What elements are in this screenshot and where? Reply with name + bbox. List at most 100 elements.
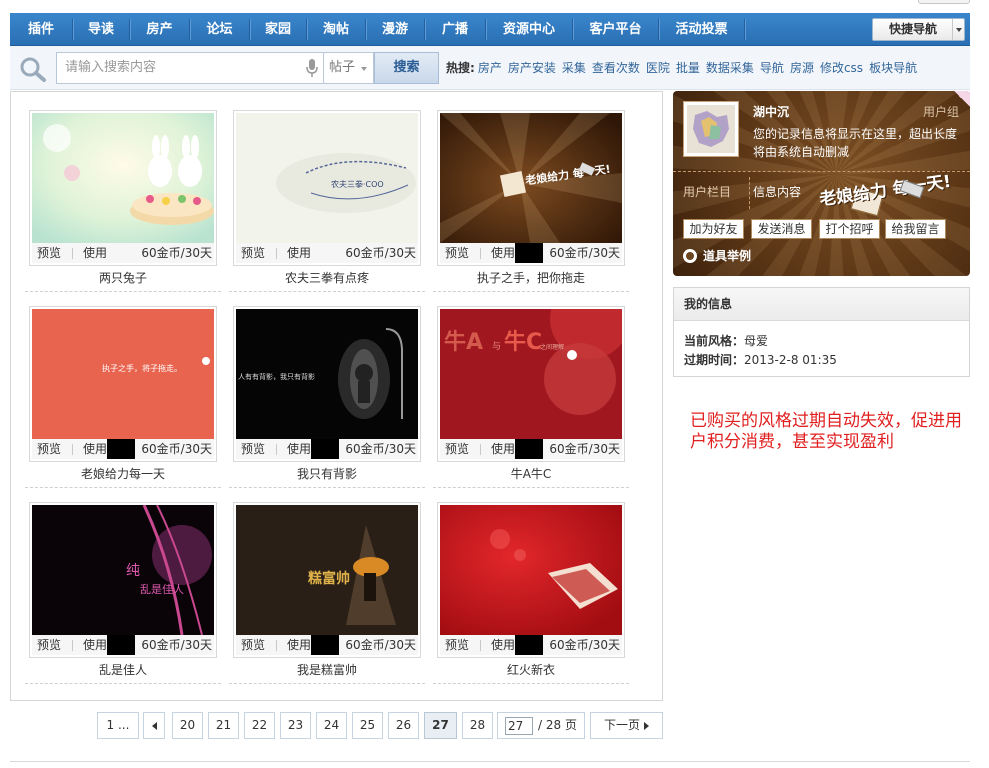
add-friend-button[interactable]: 加为好友 — [683, 219, 744, 239]
avatar[interactable] — [683, 101, 739, 157]
top-button[interactable] — [918, 0, 970, 4]
nav-item-forum[interactable]: 论坛 — [190, 13, 249, 46]
page-link[interactable]: 22 — [244, 712, 275, 739]
quick-nav-dropdown[interactable]: 快捷导航 — [872, 18, 965, 41]
style-thumbnail[interactable]: 人有有背影，我只有背影 — [236, 309, 418, 439]
use-link[interactable]: 使用 — [287, 635, 311, 655]
page-link[interactable]: 21 — [208, 712, 239, 739]
style-card-frame: 执子之手，将子拖走。 预览 使用 60金币/30天 — [29, 306, 217, 462]
use-link[interactable]: 使用 — [491, 439, 515, 459]
style-card: 执子之手，将子拖走。 预览 使用 60金币/30天 老娘给力每一天 — [25, 306, 221, 495]
profile-column-label: 用户栏目 — [683, 185, 732, 199]
style-thumbnail[interactable]: 纯 乱是佳人 — [32, 505, 214, 635]
use-link[interactable]: 使用 — [491, 243, 515, 263]
style-thumbnail[interactable] — [440, 505, 622, 635]
nav-item-realestate[interactable]: 房产 — [130, 13, 189, 46]
nav-item-broadcast[interactable]: 广播 — [425, 13, 485, 46]
style-card-title[interactable]: 我是糕富帅 — [229, 661, 425, 678]
preview-link[interactable]: 预览 — [241, 635, 265, 655]
search-button[interactable]: 搜索 — [374, 52, 439, 84]
preview-link[interactable]: 预览 — [445, 439, 469, 459]
style-card-frame: 糕富帅 预览 使用 60金币/30天 — [233, 502, 421, 658]
hot-search-link[interactable]: 板块导航 — [869, 61, 917, 75]
leave-message-button[interactable]: 给我留言 — [885, 219, 946, 239]
send-message-button[interactable]: 发送消息 — [751, 219, 812, 239]
profile-description: 您的记录信息将显示在这里，超出长度将由系统自动删减 — [753, 127, 958, 159]
page-jump-input[interactable]: 27 — [505, 717, 533, 735]
preview-link[interactable]: 预览 — [37, 439, 61, 459]
use-link[interactable]: 使用 — [83, 439, 107, 459]
search-bar: 请输入搜索内容 帖子 搜索 热搜: 房产 房产安装 采集 查看次数 医院 批量 数据采集 导航房… — [10, 46, 970, 90]
price-label: 60金币/30天 — [141, 638, 212, 652]
style-card-actions: 预览 使用 60金币/30天 — [440, 439, 622, 459]
style-card-title[interactable]: 我只有背影 — [229, 465, 425, 482]
hot-search-link[interactable]: 医院 — [646, 61, 670, 75]
hot-search-link[interactable]: 批量 — [676, 61, 700, 75]
page-link[interactable]: 28 — [462, 712, 493, 739]
page-first-link[interactable]: 1 ... — [97, 712, 139, 739]
hot-search-link[interactable]: 数据采集 — [706, 61, 754, 75]
page-prev-button[interactable] — [143, 712, 165, 739]
preview-link[interactable]: 预览 — [445, 243, 469, 263]
use-link[interactable]: 使用 — [83, 635, 107, 655]
search-type-select[interactable]: 帖子 — [324, 52, 374, 84]
hot-search-link[interactable]: 修改css — [820, 61, 863, 75]
nav-item-client-platform[interactable]: 客户平台 — [573, 13, 658, 46]
style-card-title[interactable]: 乱是佳人 — [25, 661, 221, 678]
microphone-icon[interactable] — [306, 59, 318, 77]
page-link[interactable]: 20 — [172, 712, 203, 739]
thumb-caption: 农夫三拳·COO — [331, 179, 384, 189]
avatar-image — [687, 105, 735, 153]
style-card-title[interactable]: 两只兔子 — [25, 269, 221, 286]
use-link[interactable]: 使用 — [287, 243, 311, 263]
nav-item-voting[interactable]: 活动投票 — [659, 13, 744, 46]
use-link[interactable]: 使用 — [491, 635, 515, 655]
divider — [480, 640, 481, 651]
profile-username[interactable]: 湖中沉 — [753, 103, 789, 120]
style-card-title[interactable]: 老娘给力每一天 — [25, 465, 221, 482]
hot-search-link[interactable]: 房源 — [790, 61, 814, 75]
style-card-title[interactable]: 牛A牛C — [433, 465, 629, 482]
style-thumbnail[interactable] — [32, 113, 214, 243]
page-link[interactable]: 26 — [388, 712, 419, 739]
style-card-title[interactable]: 执子之手，把你拖走 — [433, 269, 629, 286]
hot-search-link[interactable]: 采集 — [562, 61, 586, 75]
search-input[interactable]: 请输入搜索内容 — [56, 52, 324, 84]
page-next-button[interactable]: 下一页 — [590, 712, 663, 739]
item-example-link[interactable]: 道具举例 — [683, 247, 751, 265]
style-card-title[interactable]: 农夫三拳有点疼 — [229, 269, 425, 286]
nav-item-roaming[interactable]: 漫游 — [366, 13, 424, 46]
page-link[interactable]: 25 — [352, 712, 383, 739]
nav-item-collections[interactable]: 淘帖 — [307, 13, 365, 46]
preview-link[interactable]: 预览 — [241, 439, 265, 459]
nav-item-guide[interactable]: 导读 — [73, 13, 129, 46]
preview-link[interactable]: 预览 — [37, 243, 61, 263]
style-thumbnail[interactable]: 糕富帅 — [236, 505, 418, 635]
style-card-title[interactable]: 红火新衣 — [433, 661, 629, 678]
chevron-down-icon — [952, 19, 964, 40]
style-card-frame: 人有有背影，我只有背影 预览 使用 60金币/30天 — [233, 306, 421, 462]
page-jump: 27 / 28 页 — [497, 712, 585, 739]
preview-link[interactable]: 预览 — [37, 635, 61, 655]
page-link[interactable]: 24 — [316, 712, 347, 739]
preview-link[interactable]: 预览 — [241, 243, 265, 263]
thumb-caption: 牛A — [444, 329, 483, 355]
style-thumbnail[interactable]: 农夫三拳·COO — [236, 113, 418, 243]
preview-link[interactable]: 预览 — [445, 635, 469, 655]
price-label: 60金币/30天 — [141, 246, 212, 260]
nav-item-plugins[interactable]: 插件 — [10, 13, 72, 46]
say-hello-button[interactable]: 打个招呼 — [819, 219, 880, 239]
hot-search-link[interactable]: 房产 — [478, 61, 502, 75]
style-thumbnail[interactable]: 执子之手，将子拖走。 — [32, 309, 214, 439]
divider — [276, 444, 277, 455]
hot-search-link[interactable]: 查看次数 — [592, 61, 640, 75]
nav-item-resources[interactable]: 资源中心 — [486, 13, 572, 46]
style-thumbnail[interactable]: 老娘给力 每一天! — [440, 113, 622, 243]
style-thumbnail[interactable]: 牛A 与 牛C 之间理解 — [440, 309, 622, 439]
use-link[interactable]: 使用 — [83, 243, 107, 263]
hot-search-link[interactable]: 导航 — [760, 61, 784, 75]
hot-search-link[interactable]: 房产安装 — [508, 61, 556, 75]
use-link[interactable]: 使用 — [287, 439, 311, 459]
page-link[interactable]: 23 — [280, 712, 311, 739]
nav-item-home[interactable]: 家园 — [250, 13, 306, 46]
